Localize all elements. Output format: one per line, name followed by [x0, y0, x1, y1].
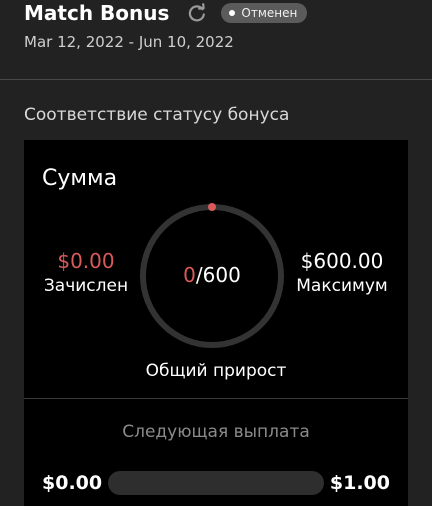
growth-label: Общий прирост [145, 361, 287, 381]
ring-separator: / [195, 263, 203, 287]
header: Match Bonus Отменен [24, 0, 308, 26]
payout-progress-bar [108, 471, 324, 495]
refresh-icon [189, 3, 206, 22]
maximum-label: Максимум [296, 276, 388, 296]
credited-label: Зачислен [43, 276, 129, 296]
next-payout-label: Следующая выплата [122, 422, 310, 442]
credited-stat: $0.00 Зачислен [31, 248, 141, 298]
credited-value: $0.00 [57, 249, 115, 273]
payout-progress-row: $0.00 $1.00 [42, 470, 390, 496]
bonus-page: Match Bonus Отменен Mar 12, 2022 - Jun 1… [0, 0, 432, 506]
ring-readout: 0/600 [136, 261, 288, 289]
date-range: Mar 12, 2022 - Jun 10, 2022 [24, 33, 234, 51]
maximum-value: $600.00 [300, 249, 384, 273]
ring-indicator-dot [208, 203, 216, 211]
payout-from: $0.00 [42, 472, 103, 494]
maximum-stat: $600.00 Максимум [287, 248, 397, 298]
payout-to: $1.00 [329, 472, 390, 494]
header-divider [0, 79, 432, 80]
card-divider [24, 398, 408, 399]
ring-current: 0 [183, 263, 196, 287]
ring-total: 600 [202, 263, 241, 287]
bonus-status-card: Сумма $0.00 Зачислен 0/600 $600.00 Макси… [24, 140, 408, 506]
status-badge-label: Отменен [241, 6, 298, 20]
status-dot-icon [229, 10, 236, 16]
refresh-button[interactable] [187, 3, 207, 23]
page-title: Match Bonus [24, 1, 170, 25]
section-title: Соответствие статусу бонуса [24, 105, 290, 125]
status-badge: Отменен [221, 3, 308, 23]
card-heading: Сумма [42, 166, 118, 191]
